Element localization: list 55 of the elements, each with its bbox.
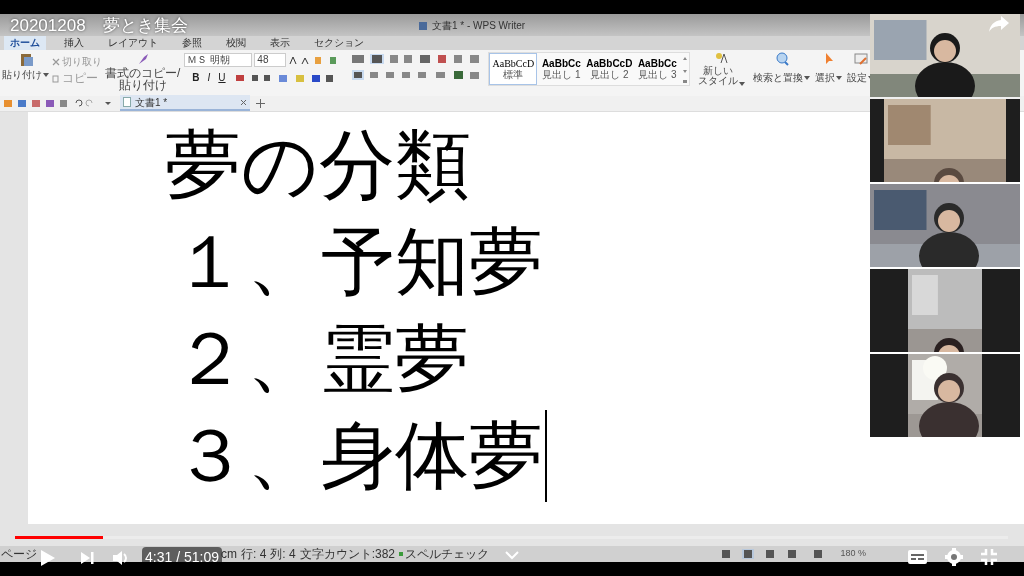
menu-tab[interactable]: レイアウト (102, 36, 164, 50)
document-line: １、予知夢 (173, 217, 543, 306)
tool-button[interactable]: 検索と置換 (753, 72, 804, 83)
menu-tab[interactable]: 参照 (176, 36, 208, 50)
paste-button[interactable]: 貼り付け (2, 69, 42, 80)
format-button[interactable]: I (207, 72, 211, 83)
status-text: スペルチェック (405, 546, 490, 563)
style-option[interactable]: AaBbCcD 見出し 2 (585, 53, 634, 85)
new-style-icon[interactable] (714, 52, 729, 64)
format-painter-button[interactable]: 書式のコピー/ 貼り付け (105, 67, 181, 91)
settings-icon[interactable] (945, 548, 963, 566)
status-text: 列: 4 (270, 546, 296, 563)
menu-tab[interactable]: 挿入 (58, 36, 90, 50)
menu-tab[interactable]: 表示 (264, 36, 296, 50)
paste-icon[interactable] (18, 52, 33, 66)
scissors-icon[interactable] (52, 57, 60, 66)
status-text: 文字カウント:382 (299, 546, 396, 563)
status-text: ページ (1, 546, 37, 563)
caret-icon (836, 75, 843, 80)
close-icon[interactable] (240, 98, 247, 106)
document-tab[interactable]: 文書1 * (120, 95, 250, 111)
play-icon[interactable] (40, 548, 56, 567)
menu-tab[interactable]: 校閲 (220, 36, 252, 50)
new-style-button[interactable]: 新しい スタイル (698, 66, 739, 86)
font-name-field[interactable]: ＭＳ 明朝 (184, 53, 253, 67)
caret-icon (804, 75, 811, 80)
window-title: 文書1 * - WPS Writer (431, 18, 526, 33)
text-effects-icon[interactable] (233, 72, 334, 83)
document-line: ２、霊夢 (173, 314, 469, 403)
document-heading: 夢の分類 (165, 119, 471, 211)
font-size-field[interactable]: 48 (254, 53, 287, 67)
document-icon[interactable] (123, 97, 131, 107)
style-option[interactable]: AaBbCc 見出し 1 (537, 53, 586, 85)
style-option[interactable]: AaBbCc 見出し 3 (633, 53, 682, 85)
zoom-level: 180 % (840, 547, 866, 561)
quick-access-icon[interactable] (2, 98, 114, 108)
menu-tab[interactable]: ホーム (4, 36, 46, 50)
format-button[interactable]: U (218, 72, 226, 83)
format-button[interactable]: B (192, 72, 200, 83)
tool-button[interactable]: 設定 (847, 72, 868, 83)
caret-icon (739, 82, 746, 86)
add-tab-icon[interactable] (256, 99, 265, 108)
app-icon[interactable] (418, 20, 428, 30)
video-title: 20201208 夢とき集会 (10, 15, 188, 37)
volume-icon[interactable] (112, 549, 128, 566)
tool-button[interactable]: 選択 (815, 72, 836, 83)
captions-icon[interactable] (908, 550, 927, 564)
menu-tab[interactable]: セクション (308, 36, 370, 50)
status-text: 行: 4 (241, 546, 267, 563)
style-option[interactable]: AaBbCcD 標準 (489, 53, 538, 85)
document-line: ３、身体夢 (173, 411, 543, 500)
exit-fullscreen-icon[interactable] (981, 549, 997, 565)
search-icon[interactable] (774, 52, 789, 66)
caret-icon (43, 72, 49, 77)
next-icon[interactable] (80, 550, 94, 565)
